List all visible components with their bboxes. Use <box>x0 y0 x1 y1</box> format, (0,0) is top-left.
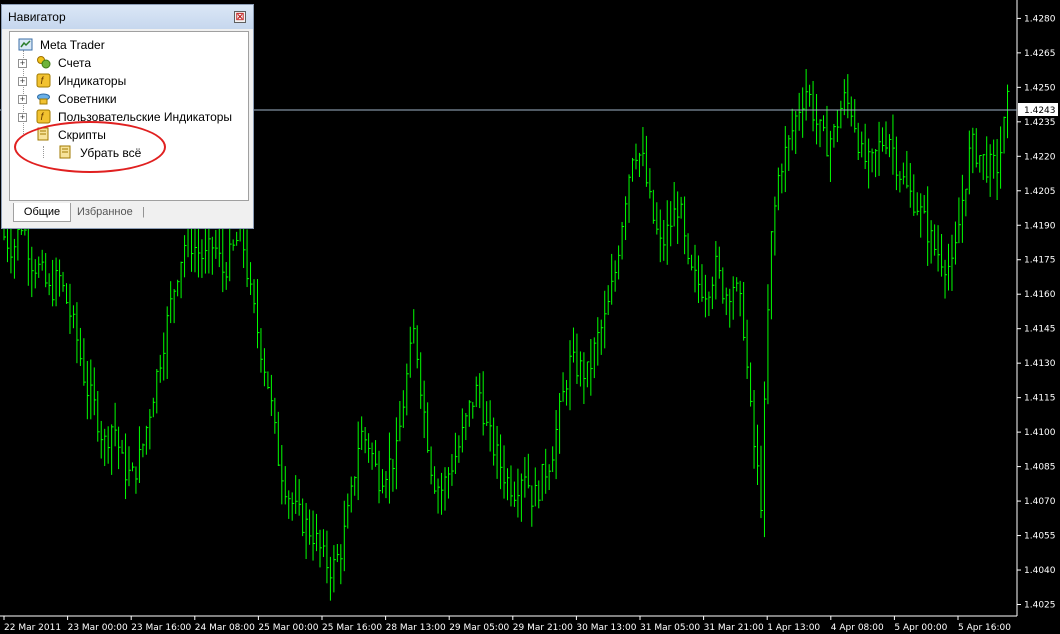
time-tick-label: 23 Mar 00:00 <box>68 623 128 633</box>
time-tick-label: 31 Mar 05:00 <box>640 623 700 633</box>
expand-icon[interactable]: + <box>18 113 27 122</box>
price-tick-label: 1.4145 <box>1024 325 1056 335</box>
current-price-label: 1.4243 <box>1024 106 1056 116</box>
price-tick-label: 1.4115 <box>1024 394 1056 404</box>
time-tick-label: 28 Mar 13:00 <box>386 623 446 633</box>
price-tick-label: 1.4265 <box>1024 49 1056 59</box>
price-tick-label: 1.4130 <box>1024 359 1056 369</box>
time-tick-label: 29 Mar 05:00 <box>449 623 509 633</box>
tab-favorites[interactable]: Избранное <box>73 203 133 221</box>
custom-indicators-icon: f <box>36 109 51 124</box>
expand-icon[interactable]: + <box>18 95 27 104</box>
time-tick-label: 4 Apr 08:00 <box>831 623 884 633</box>
time-tick-label: 23 Mar 16:00 <box>131 623 191 633</box>
price-tick-label: 1.4025 <box>1024 601 1056 611</box>
price-tick-label: 1.4250 <box>1024 83 1056 93</box>
price-tick-label: 1.4280 <box>1024 14 1056 24</box>
tree-item-label: Счета <box>58 56 92 70</box>
time-tick-label: 30 Mar 13:00 <box>576 623 636 633</box>
tree-item-label: Советники <box>58 92 117 106</box>
price-tick-label: 1.4070 <box>1024 497 1056 507</box>
tab-common[interactable]: Общие <box>13 203 71 222</box>
price-tick-label: 1.4235 <box>1024 118 1056 128</box>
price-tick-label: 1.4175 <box>1024 256 1056 266</box>
close-icon[interactable]: ⊠ <box>234 11 246 23</box>
time-tick-label: 5 Apr 16:00 <box>958 623 1011 633</box>
price-tick-label: 1.4160 <box>1024 290 1056 300</box>
time-tick-label: 5 Apr 00:00 <box>894 623 947 633</box>
navigator-tabs: Общие Избранное | <box>9 203 249 223</box>
navigator-title: Навигатор <box>8 10 66 24</box>
accounts-icon <box>37 56 51 69</box>
price-tick-label: 1.4055 <box>1024 532 1056 542</box>
time-tick-label: 22 Mar 2011 <box>4 623 61 633</box>
price-tick-label: 1.4190 <box>1024 221 1056 231</box>
price-tick-label: 1.4220 <box>1024 152 1056 162</box>
indicators-icon: f <box>36 73 51 88</box>
tab-separator: | <box>142 206 145 218</box>
time-tick-label: 29 Mar 21:00 <box>513 623 573 633</box>
price-tick-label: 1.4100 <box>1024 428 1056 438</box>
metatrader-icon <box>18 38 33 51</box>
tree-item-label: Индикаторы <box>58 74 127 88</box>
price-tick-label: 1.4205 <box>1024 187 1056 197</box>
highlight-ellipse <box>14 121 166 173</box>
expand-icon[interactable]: + <box>18 77 27 86</box>
time-tick-label: 1 Apr 13:00 <box>767 623 820 633</box>
time-tick-label: 25 Mar 16:00 <box>322 623 382 633</box>
expand-icon[interactable]: + <box>18 59 27 68</box>
navigator-title-bar[interactable]: Навигатор ⊠ <box>2 5 253 29</box>
time-tick-label: 31 Mar 21:00 <box>704 623 764 633</box>
navigator-window[interactable]: Навигатор ⊠ Meta Trader + Счета + f Инди… <box>1 4 254 229</box>
price-tick-label: 1.4085 <box>1024 463 1056 473</box>
time-tick-label: 25 Mar 00:00 <box>258 623 318 633</box>
tree-item-label: Meta Trader <box>40 38 105 52</box>
navigator-tree[interactable]: Meta Trader + Счета + f Индикаторы + Сов… <box>9 31 249 201</box>
price-tick-label: 1.4040 <box>1024 566 1056 576</box>
experts-icon <box>37 93 50 105</box>
time-tick-label: 24 Mar 08:00 <box>195 623 255 633</box>
